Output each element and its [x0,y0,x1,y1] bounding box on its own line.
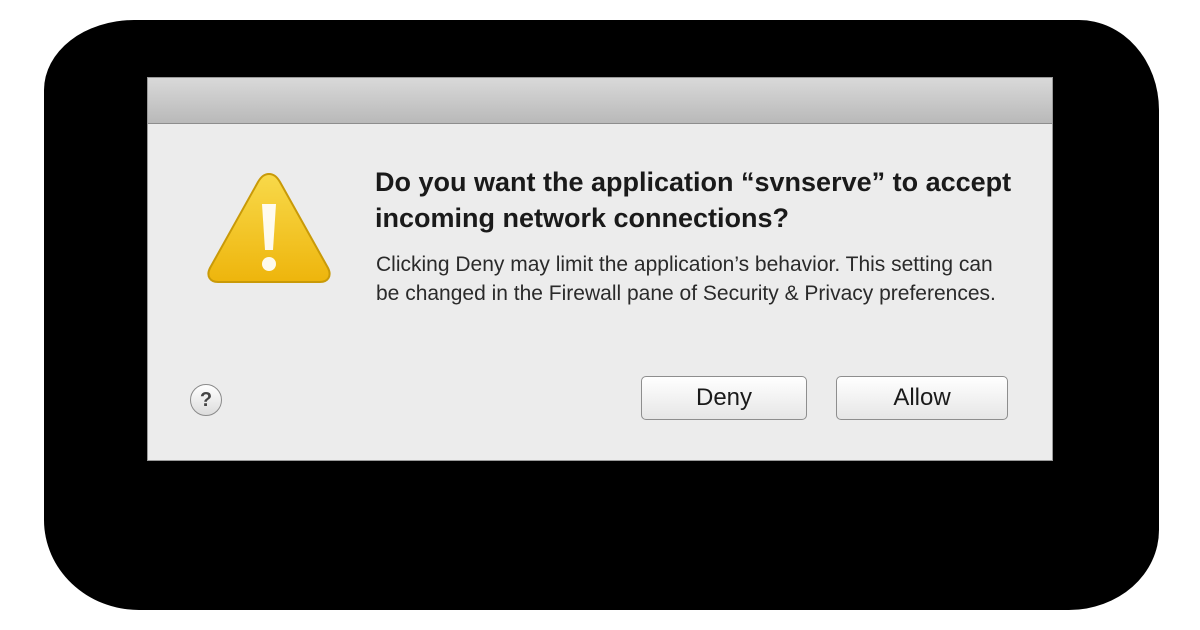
screenshot: Do you want the application “svnserve” t… [0,0,1200,630]
dialog-heading: Do you want the application “svnserve” t… [375,167,1012,233]
deny-button[interactable]: Deny [641,376,807,420]
dialog-titlebar[interactable] [148,78,1052,124]
dialog-message: Clicking Deny may limit the application’… [376,253,996,305]
help-button[interactable]: ? [190,384,222,416]
firewall-alert-dialog: Do you want the application “svnserve” t… [147,77,1053,461]
warning-triangle-icon [207,172,331,283]
allow-button[interactable]: Allow [836,376,1008,420]
